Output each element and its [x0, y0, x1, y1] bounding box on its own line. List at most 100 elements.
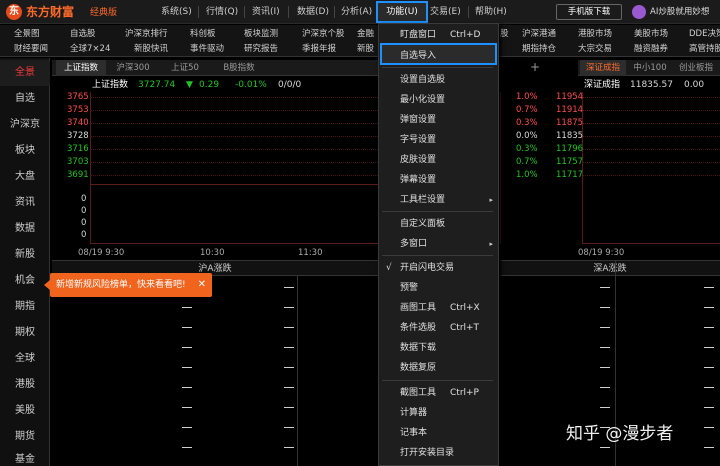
dropdown-item[interactable]: 弹窗设置 [379, 110, 498, 130]
sidebar-item-futures[interactable]: 期货 [0, 424, 50, 450]
dropdown-item[interactable]: 自定义面板 [379, 214, 498, 234]
sidebar-item-options[interactable]: 期权 [0, 320, 50, 346]
dropdown-item[interactable]: 打开安装目录 [379, 443, 498, 463]
sidebar-item-ipo[interactable]: 新股 [0, 242, 50, 268]
menu-quotes[interactable]: 行情(Q) [206, 5, 238, 19]
quick-link[interactable]: 板块监测 [244, 27, 278, 41]
quick-link[interactable]: 股 [500, 27, 509, 41]
quick-link[interactable]: 科创板 [190, 27, 216, 41]
quick-link[interactable]: DDE决策 [689, 27, 720, 41]
dropdown-item[interactable]: 工具栏设置 ▸ [379, 190, 498, 210]
empty-value-dash [600, 387, 610, 388]
right-pct-label: 0.7% [516, 105, 538, 115]
quick-link[interactable]: 自选股 [70, 27, 96, 41]
quick-link[interactable]: 事件驱动 [190, 42, 224, 56]
sidebar-item-index-futures[interactable]: 期指 [0, 294, 50, 320]
dropdown-item-label: 截图工具 [400, 388, 437, 398]
close-icon[interactable]: ✕ [198, 273, 206, 297]
tab-sz-component[interactable]: 深证成指 [580, 60, 626, 76]
dropdown-item[interactable]: 皮肤设置 [379, 150, 498, 170]
tab-chinext[interactable]: 创业板指 [674, 60, 718, 76]
quick-link[interactable]: 全景图 [14, 27, 40, 41]
empty-value-dash [182, 407, 192, 408]
menu-divider [334, 6, 335, 18]
ai-assistant-link[interactable]: AI炒股就用妙想 [650, 5, 709, 19]
dropdown-item[interactable]: 盯盘窗口 Ctrl+D [379, 25, 498, 45]
dropdown-item[interactable]: 多窗口 ▸ [379, 234, 498, 254]
menu-news[interactable]: 资讯(I) [252, 5, 280, 19]
section-title: 深A涨跌 [593, 264, 627, 274]
sidebar-item-market[interactable]: 大盘 [0, 164, 50, 190]
quick-link[interactable]: 全球7×24 [70, 42, 110, 56]
dropdown-item[interactable]: 设置自选股 [379, 70, 498, 90]
menu-system[interactable]: 系统(S) [161, 5, 192, 19]
left-volume-label: 0 [81, 218, 87, 228]
add-tab-icon[interactable]: + [530, 59, 540, 75]
left-y-label: 3765 [67, 92, 89, 102]
empty-value-dash [284, 347, 294, 348]
sidebar-item-news[interactable]: 资讯 [0, 190, 50, 216]
menu-analysis[interactable]: 分析(A) [341, 5, 372, 19]
dropdown-item[interactable]: 最小化设置 [379, 90, 498, 110]
quick-link[interactable]: 沪深港通 [522, 27, 556, 41]
sidebar-item-opportunities[interactable]: 机会 [0, 268, 50, 294]
sidebar-item-hk-stocks[interactable]: 港股 [0, 372, 50, 398]
quick-link[interactable]: 期指持仓 [522, 42, 556, 56]
empty-value-dash [284, 447, 294, 448]
quick-link[interactable]: 新股快讯 [134, 42, 168, 56]
tab-b-share[interactable]: B股指数 [212, 60, 266, 76]
dropdown-item[interactable]: 画图工具 Ctrl+X [379, 298, 498, 318]
sidebar-item-a-shares[interactable]: 沪深京 [0, 112, 50, 138]
sidebar-item-sectors[interactable]: 板块 [0, 138, 50, 164]
column-divider [297, 276, 298, 466]
tab-sme100[interactable]: 中小100 [628, 60, 672, 76]
menu-help[interactable]: 帮助(H) [475, 5, 507, 19]
sidebar-item-data[interactable]: 数据 [0, 216, 50, 242]
empty-value-dash [704, 427, 714, 428]
dropdown-item[interactable]: 条件选股 Ctrl+T [379, 318, 498, 338]
sidebar-item-watchlist[interactable]: 自选 [0, 86, 50, 112]
tab-csi300[interactable]: 沪深300 [108, 60, 158, 76]
empty-value-dash [704, 307, 714, 308]
quick-link[interactable]: 美股市场 [634, 27, 668, 41]
sidebar-item-funds[interactable]: 基金 [0, 450, 50, 466]
quick-link[interactable]: 研究报告 [244, 42, 278, 56]
dropdown-item[interactable]: 弹幕设置 [379, 170, 498, 190]
dropdown-item[interactable]: 自选导入 [379, 46, 498, 66]
watermark: 知乎 @漫步者 [566, 424, 674, 444]
check-icon: √ [386, 263, 392, 273]
quick-link[interactable]: 季报年报 [302, 42, 336, 56]
menu-trade[interactable]: 交易(E) [430, 5, 461, 19]
sidebar-item-overview[interactable]: 全景 [0, 60, 50, 86]
dropdown-item-label: 条件选股 [400, 323, 437, 333]
quick-link[interactable]: 财经要闻 [14, 42, 48, 56]
menu-data[interactable]: 数据(D) [297, 5, 329, 19]
right-pct-label: 0.3% [516, 144, 538, 154]
quick-link[interactable]: 沪深京个股 [302, 27, 345, 41]
dropdown-item[interactable]: 截图工具 Ctrl+P [379, 383, 498, 403]
quick-link[interactable]: 沪深京排行 [125, 27, 168, 41]
quick-link[interactable]: 高管持股 [689, 42, 720, 56]
quick-link[interactable]: 港股市场 [578, 27, 612, 41]
dropdown-item[interactable]: 记事本 [379, 423, 498, 443]
quick-link[interactable]: 金融 [357, 27, 374, 41]
menu-separator [382, 255, 493, 256]
dropdown-item[interactable]: 字号设置 [379, 130, 498, 150]
dropdown-item[interactable]: 数据下载 [379, 338, 498, 358]
dropdown-item[interactable]: 预警 [379, 278, 498, 298]
new-feature-toast[interactable]: 新增新规风险榜单，快来看看吧! ✕ [44, 273, 212, 297]
mobile-download-button[interactable]: 手机版下载 [556, 4, 622, 20]
tab-sh-index[interactable]: 上证指数 [56, 60, 106, 76]
quick-link[interactable]: 大宗交易 [578, 42, 612, 56]
submenu-arrow-icon: ▸ [489, 240, 493, 248]
dropdown-item[interactable]: 开启闪电交易 √ [379, 258, 498, 278]
sidebar-item-us-stocks[interactable]: 美股 [0, 398, 50, 424]
empty-value-dash [704, 347, 714, 348]
dropdown-item[interactable]: 计算器 [379, 403, 498, 423]
dropdown-item[interactable]: 数据复原 [379, 358, 498, 378]
quick-link[interactable]: 融资融券 [634, 42, 668, 56]
tab-sse50[interactable]: 上证50 [160, 60, 210, 76]
quick-link[interactable]: 新股 [357, 42, 374, 56]
sidebar-item-global[interactable]: 全球 [0, 346, 50, 372]
menu-functions[interactable]: 功能(U) [376, 1, 428, 23]
